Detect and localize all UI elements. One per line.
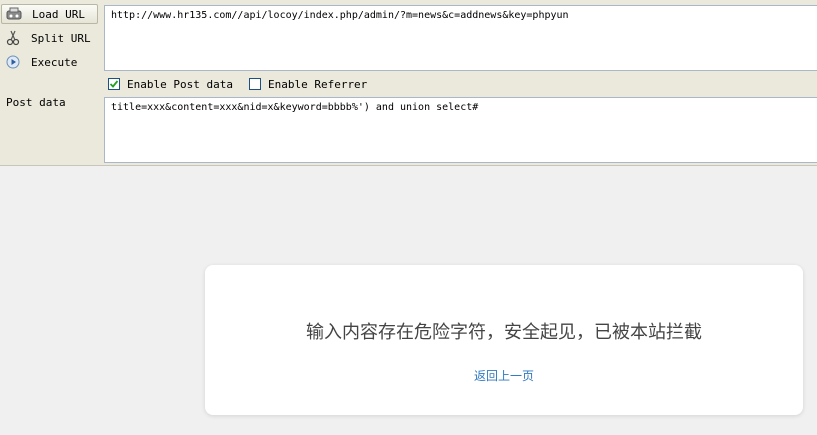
enable-post-label: Enable Post data (127, 77, 233, 91)
execute-button[interactable]: Execute (1, 52, 98, 72)
split-url-button[interactable]: Split URL (1, 28, 98, 48)
scissors-icon (5, 30, 21, 46)
load-url-label: Load URL (32, 7, 85, 21)
block-notice-card: 输入内容存在危险字符，安全起见，已被本站拦截 返回上一页 (205, 265, 803, 415)
enable-referrer-checkbox[interactable] (248, 78, 261, 90)
options-row: Enable Post data Enable Referrer (108, 76, 383, 92)
enable-referrer-option[interactable]: Enable Referrer (248, 77, 368, 91)
post-data-input[interactable]: title=xxx&content=xxx&nid=x&keyword=bbbb… (104, 97, 817, 163)
back-link[interactable]: 返回上一页 (205, 367, 803, 384)
load-url-icon (6, 6, 22, 22)
url-input[interactable]: http://www.hr135.com//api/locoy/index.ph… (104, 5, 817, 71)
hackbar-toolbar: Load URL Split URL Execute http://www.hr… (0, 0, 817, 166)
enable-post-checkbox[interactable] (108, 78, 120, 90)
post-data-label: Post data (6, 96, 66, 109)
enable-post-option[interactable]: Enable Post data (108, 78, 233, 91)
block-message: 输入内容存在危险字符，安全起见，已被本站拦截 (306, 322, 702, 343)
execute-label: Execute (31, 55, 78, 69)
checkmark-icon (109, 80, 119, 88)
split-url-label: Split URL (31, 31, 91, 45)
load-url-button[interactable]: Load URL (1, 4, 98, 24)
enable-referrer-label: Enable Referrer (267, 77, 368, 91)
play-icon (5, 54, 21, 70)
